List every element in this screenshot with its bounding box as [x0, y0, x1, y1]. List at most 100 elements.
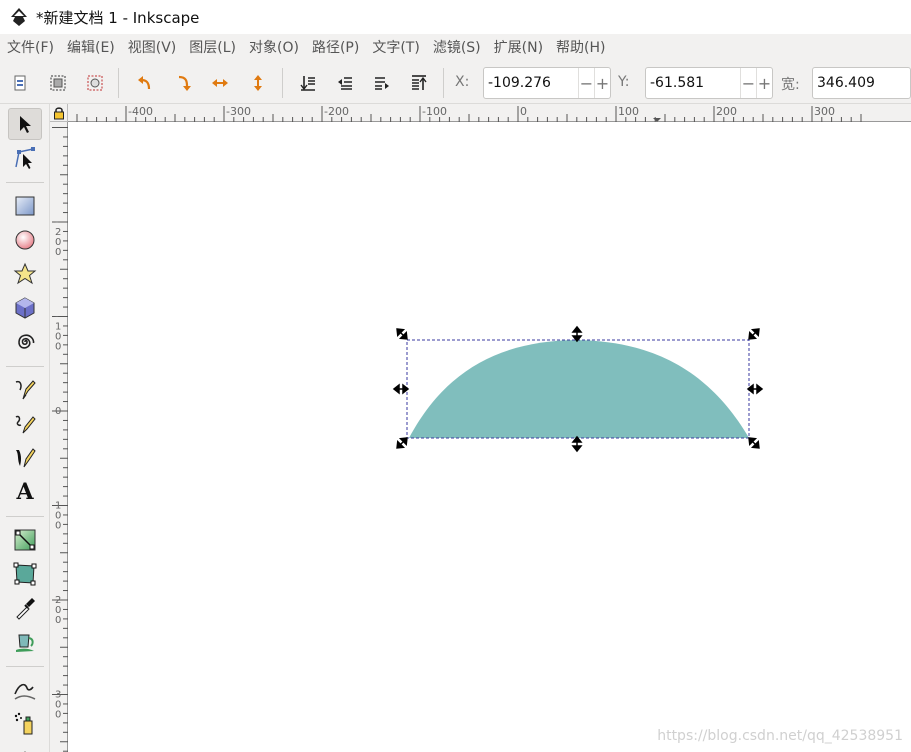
x-value[interactable]: -109.276: [484, 75, 578, 91]
rotate-ccw-button[interactable]: [133, 71, 157, 95]
y-value[interactable]: -61.581: [646, 75, 740, 91]
menu-text[interactable]: 文字(T): [367, 34, 427, 62]
select-all-button[interactable]: [46, 71, 70, 95]
invert-selection-button[interactable]: [83, 71, 107, 95]
tool-tweak[interactable]: [8, 674, 42, 706]
select-all-objects-icon: [50, 75, 66, 91]
toolbox-separator: [6, 516, 44, 517]
guide-lock-toggle[interactable]: [50, 104, 68, 122]
menu-object[interactable]: 对象(O): [244, 34, 307, 62]
tool-3d-box[interactable]: [8, 292, 42, 324]
y-decrement-button[interactable]: −: [740, 68, 756, 98]
menu-layer[interactable]: 图层(L): [184, 34, 244, 62]
tool-eraser[interactable]: [8, 740, 42, 752]
tool-selector[interactable]: [8, 108, 42, 140]
tool-calligraphy[interactable]: [8, 442, 42, 474]
calligraphy-icon: [16, 448, 36, 468]
y-spinbox[interactable]: -61.581 − +: [645, 67, 773, 99]
node-editor-icon: [15, 147, 35, 169]
ruler-label: 300: [814, 105, 835, 118]
invert-selection-icon: [87, 75, 103, 91]
ruler-label: -100: [422, 105, 447, 118]
lower-button[interactable]: [333, 71, 357, 95]
scale-handle-right[interactable]: [746, 383, 764, 395]
tool-pen[interactable]: [8, 374, 42, 406]
paint-bucket-icon: [16, 634, 34, 652]
menu-file[interactable]: 文件(F): [2, 34, 62, 62]
toolbar-separator: [282, 68, 283, 98]
tweak-icon: [14, 683, 36, 700]
ruler-label: 200: [716, 105, 737, 118]
tool-ellipse[interactable]: [8, 224, 42, 256]
width-label: 宽:: [781, 77, 800, 93]
tool-spiral[interactable]: [8, 326, 42, 358]
selector-arrow-icon: [20, 116, 31, 133]
raise-to-top-button[interactable]: [407, 71, 431, 95]
tool-spray[interactable]: [8, 708, 42, 740]
menu-bar: 文件(F) 编辑(E) 视图(V) 图层(L) 对象(O) 路径(P) 文字(T…: [0, 34, 911, 62]
spiral-icon: [18, 334, 35, 349]
scale-handle-bottom-right[interactable]: [746, 435, 762, 451]
menu-path[interactable]: 路径(P): [307, 34, 367, 62]
scale-handle-top-right[interactable]: [746, 326, 762, 342]
tool-rectangle[interactable]: [8, 190, 42, 222]
tool-gradient[interactable]: [8, 524, 42, 556]
lower-to-bottom-button[interactable]: [296, 71, 320, 95]
x-decrement-button[interactable]: −: [578, 68, 594, 98]
horizontal-ruler[interactable]: -400 -300 -200 -100 0 100 200 300: [68, 104, 911, 122]
toolbox-separator: [6, 182, 44, 183]
flip-vertical-icon: [254, 75, 262, 91]
flip-vertical-button[interactable]: [246, 71, 270, 95]
inkscape-logo-icon: [11, 8, 27, 26]
x-spinbox[interactable]: -109.276 − +: [483, 67, 611, 99]
tool-dropper[interactable]: [8, 592, 42, 624]
toolbox-separator: [6, 666, 44, 667]
menu-help[interactable]: 帮助(H): [551, 34, 613, 62]
half-ellipse-shape[interactable]: [409, 340, 749, 438]
watermark-text: https://blog.csdn.net/qq_42538951: [657, 728, 903, 744]
width-spinbox[interactable]: 346.409: [812, 67, 911, 99]
y-increment-button[interactable]: +: [756, 68, 772, 98]
canvas-drawing: [392, 325, 764, 453]
raise-icon: [375, 77, 389, 90]
scale-handle-top-left[interactable]: [394, 326, 410, 342]
menu-view[interactable]: 视图(V): [123, 34, 185, 62]
raise-button[interactable]: [370, 71, 394, 95]
scale-handle-top[interactable]: [571, 325, 583, 343]
x-label: X:: [455, 74, 470, 90]
menu-filters[interactable]: 滤镜(S): [428, 34, 489, 62]
rotate-cw-icon: [178, 75, 191, 91]
scale-handle-bottom[interactable]: [571, 435, 583, 453]
3d-box-icon: [15, 297, 35, 319]
rotate-cw-button[interactable]: [171, 71, 195, 95]
scale-handle-bottom-left[interactable]: [394, 435, 410, 451]
menu-edit[interactable]: 编辑(E): [62, 34, 123, 62]
flip-horizontal-button[interactable]: [208, 71, 232, 95]
ruler-pointer-marker: [653, 118, 661, 122]
tool-mesh[interactable]: [8, 558, 42, 590]
tool-star[interactable]: [8, 258, 42, 290]
width-value[interactable]: 346.409: [813, 75, 910, 91]
horizontal-ruler-scale: -400 -300 -200 -100 0 100 200 300: [76, 105, 862, 122]
ruler-label: 0: [55, 406, 61, 417]
vertical-ruler[interactable]: -2 0 0 -1 0 0 0 1 0 0 2 0 0 3 0 0: [50, 122, 68, 752]
tool-text[interactable]: A: [8, 476, 42, 508]
x-increment-button[interactable]: +: [594, 68, 610, 98]
lower-to-bottom-icon: [300, 76, 315, 91]
ruler-label: -400: [128, 105, 153, 118]
y-label: Y:: [618, 74, 630, 90]
pen-icon: [15, 380, 36, 400]
select-all-layers-button[interactable]: [8, 71, 32, 95]
tool-pencil[interactable]: [8, 408, 42, 440]
tool-paint-bucket[interactable]: [8, 626, 42, 658]
ruler-label: -300: [226, 105, 251, 118]
toolbox-separator: [6, 366, 44, 367]
scale-handle-left[interactable]: [392, 383, 410, 395]
select-all-icon: [14, 75, 26, 91]
menu-extensions[interactable]: 扩展(N): [489, 34, 551, 62]
mesh-icon: [13, 562, 37, 586]
tool-node-editor[interactable]: [8, 142, 42, 174]
rotate-ccw-icon: [138, 76, 151, 90]
gradient-icon: [14, 529, 36, 551]
drawing-canvas[interactable]: https://blog.csdn.net/qq_42538951: [69, 123, 911, 752]
